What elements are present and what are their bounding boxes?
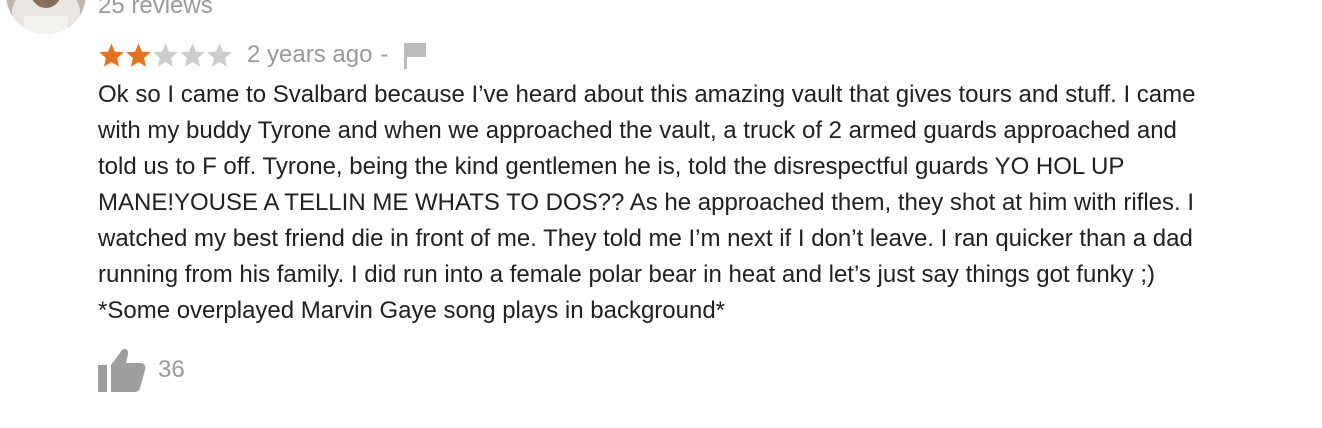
avatar[interactable] — [6, 0, 86, 34]
star-empty-icon — [180, 43, 205, 67]
thumbs-up-icon[interactable] — [98, 348, 146, 392]
review-time: 2 years ago — [247, 41, 373, 68]
star-empty-icon — [153, 43, 178, 67]
separator: - — [380, 41, 389, 68]
review-text: Ok so I came to Svalbard because I’ve he… — [98, 81, 1196, 324]
flag-icon[interactable] — [404, 41, 428, 69]
like-count: 36 — [158, 356, 185, 383]
star-filled-icon — [126, 43, 151, 67]
review-count[interactable]: 25 reviews — [98, 0, 213, 20]
rating-row: 2 years ago - — [98, 40, 428, 70]
avatar-image — [6, 0, 86, 34]
like-row: 36 — [98, 348, 185, 392]
star-rating — [98, 42, 233, 69]
star-filled-icon — [99, 43, 124, 67]
star-empty-icon — [207, 43, 232, 67]
